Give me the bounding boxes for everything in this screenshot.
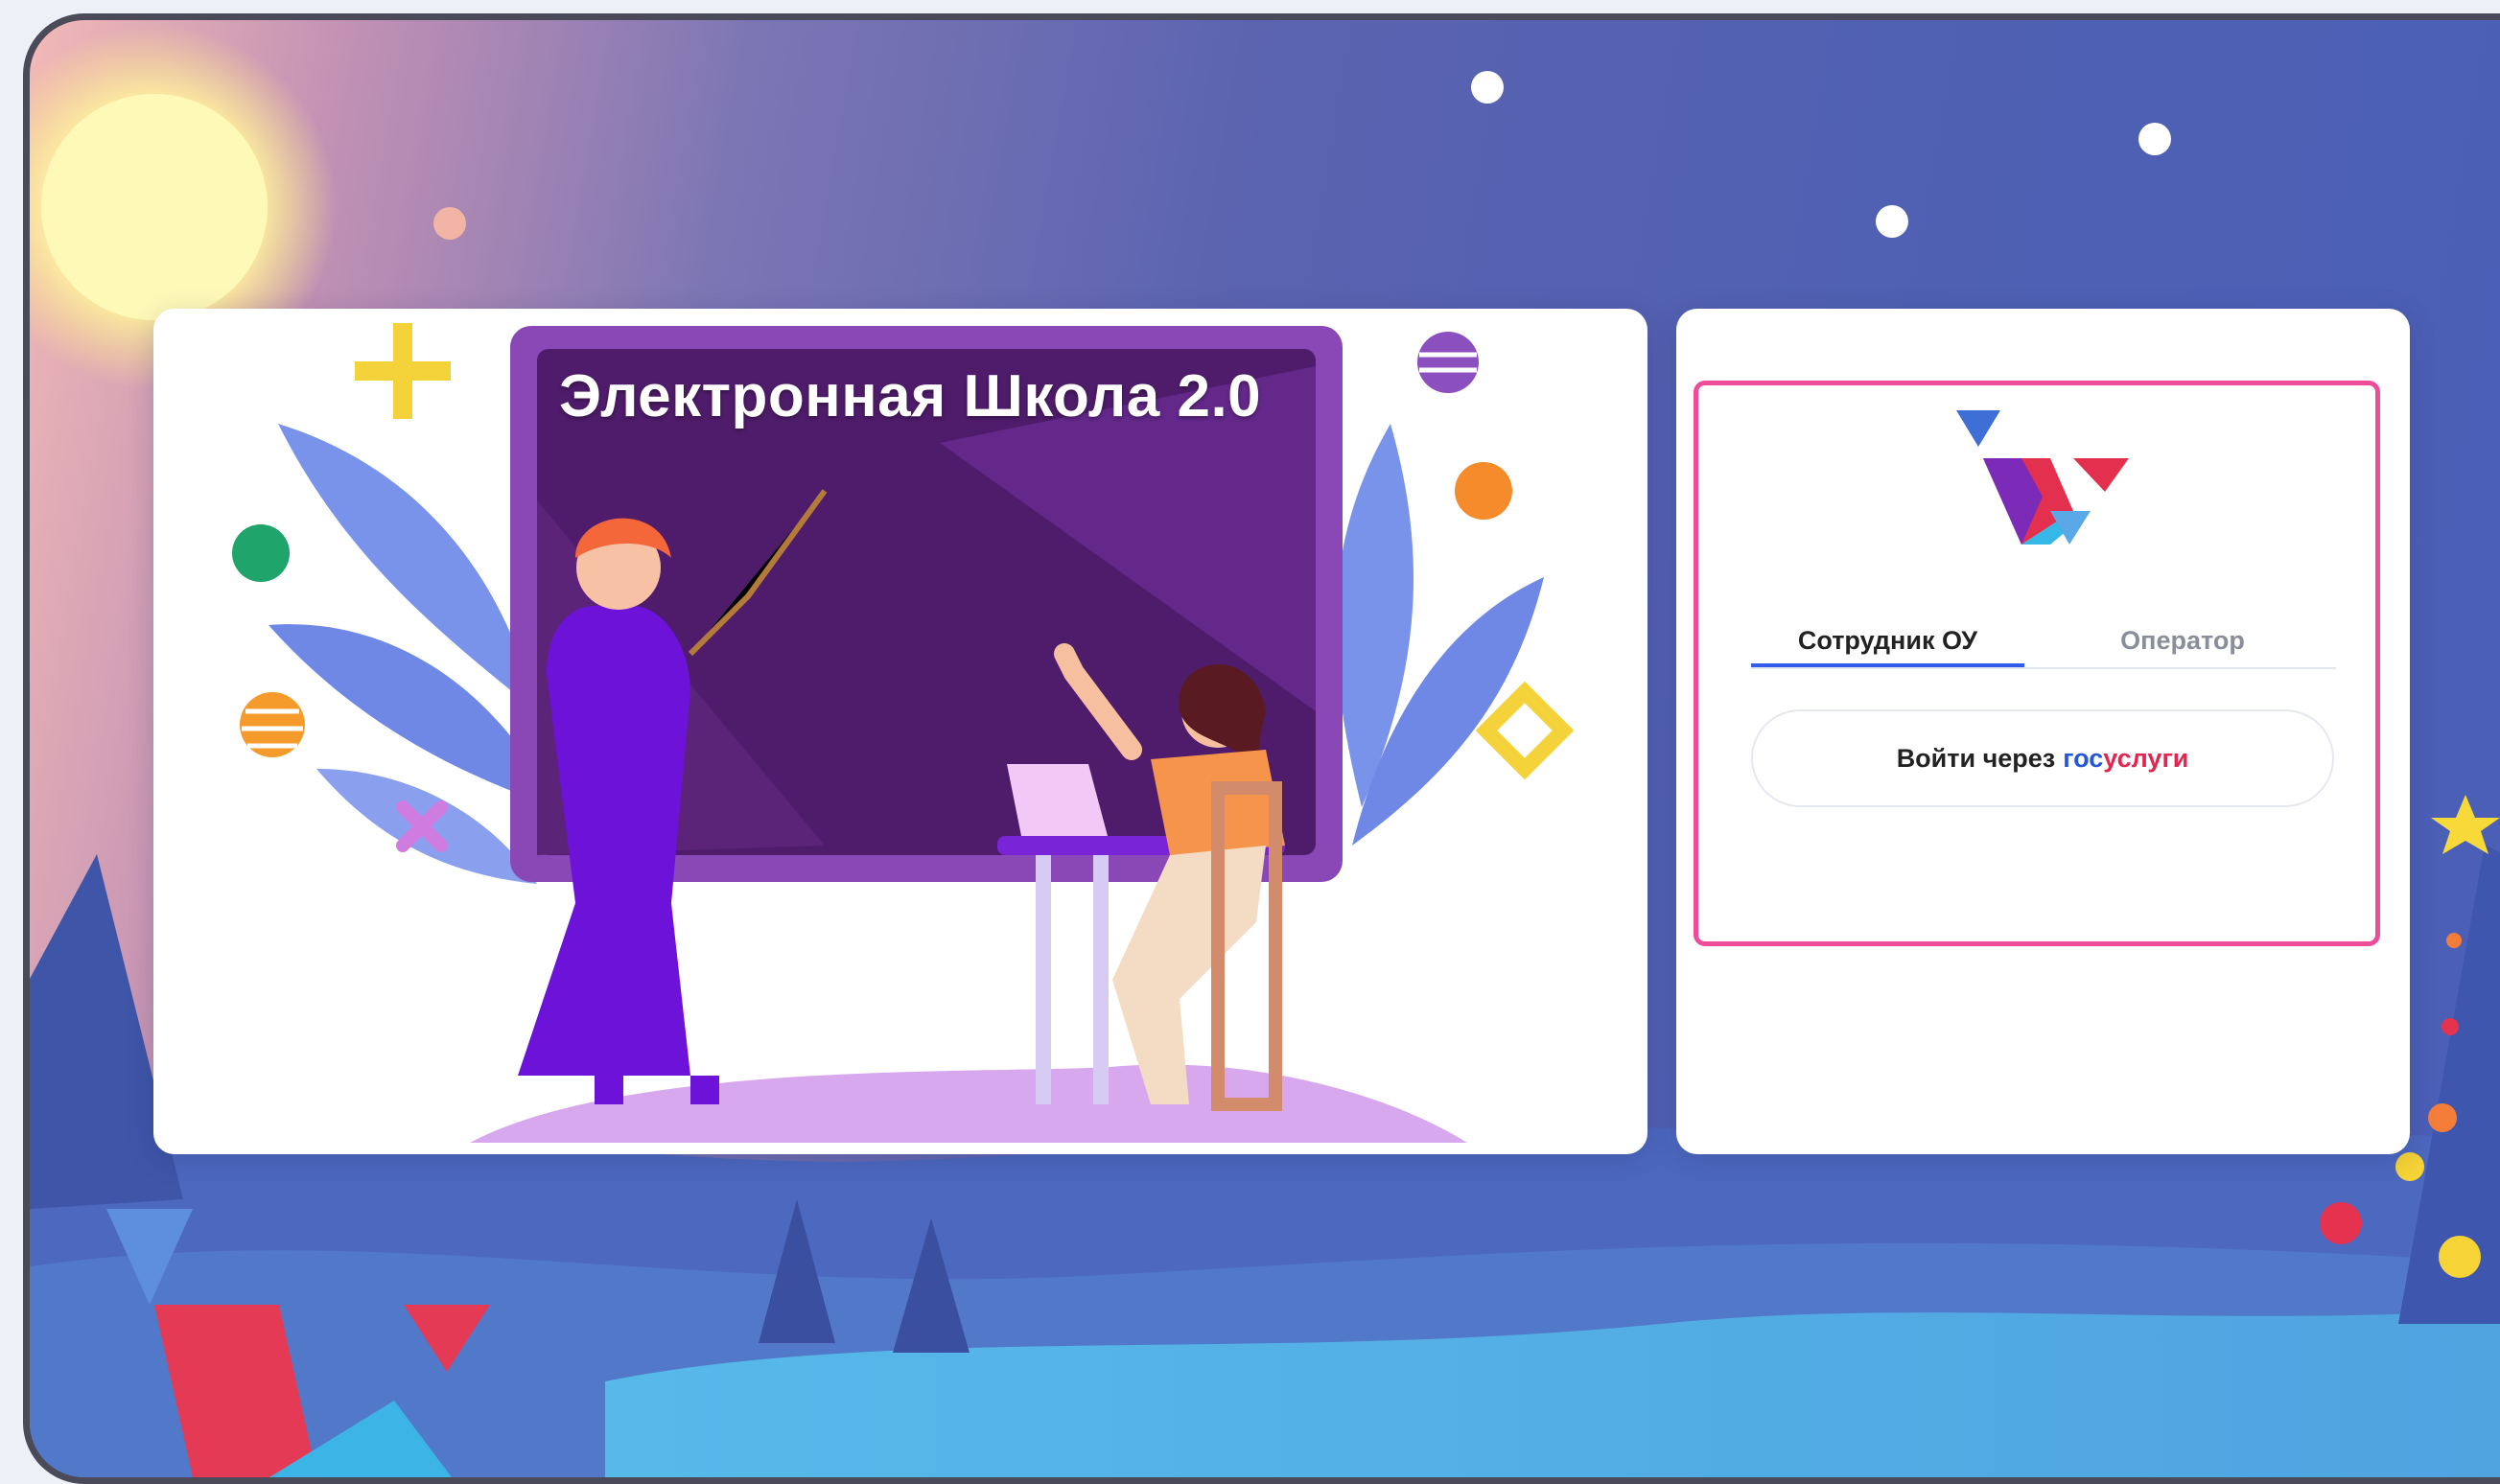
gosuslugi-brand-part1: гос <box>2063 743 2104 773</box>
hero-illustration <box>232 323 1575 1143</box>
tab-staff[interactable]: Сотрудник ОУ <box>1751 614 2024 667</box>
gosuslugi-brand-part2: услуги <box>2103 743 2189 773</box>
school-logo-icon <box>1956 410 2129 545</box>
gosuslugi-login-button[interactable]: Войти через гос услуги <box>1751 709 2334 807</box>
hero-card <box>153 309 1647 1154</box>
gosuslugi-button-prefix: Войти через <box>1896 743 2056 773</box>
hero-headline: Электронная Школа 2.0 <box>559 363 1262 429</box>
login-tabs: Сотрудник ОУ Оператор <box>1751 614 2336 669</box>
tab-operator[interactable]: Оператор <box>2044 614 2322 667</box>
